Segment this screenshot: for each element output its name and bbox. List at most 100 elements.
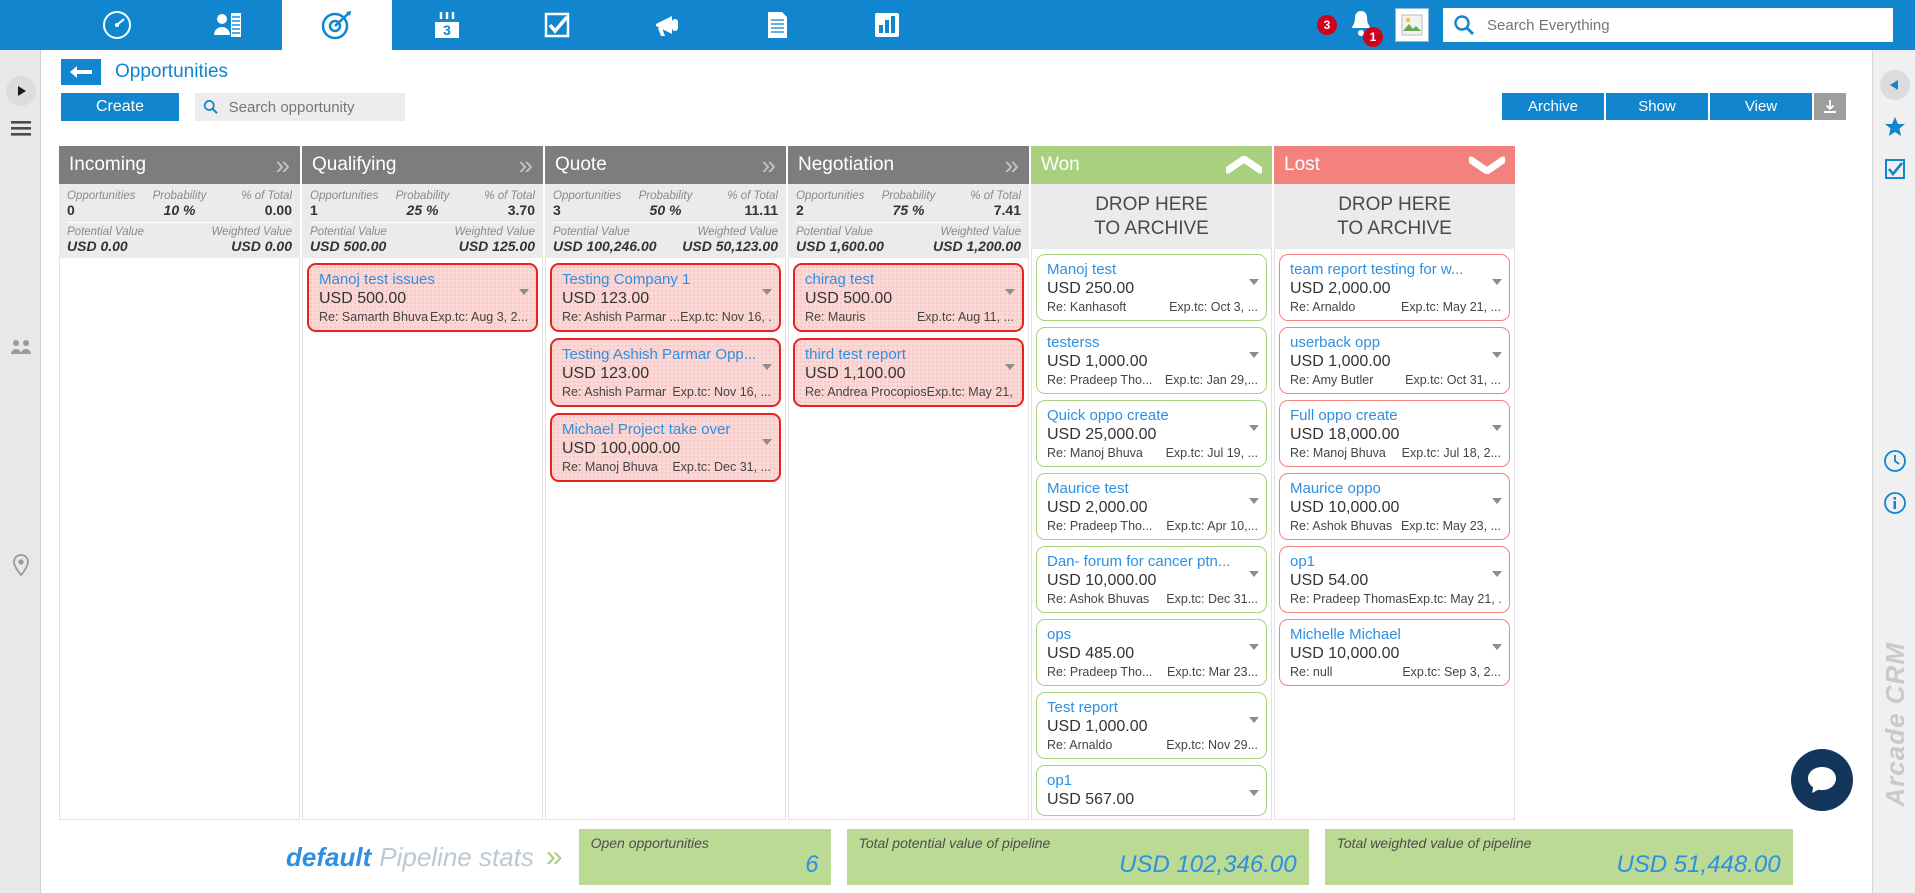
back-button[interactable] <box>61 59 101 85</box>
page-header: Opportunities Create Archive Show View <box>41 50 1872 136</box>
card-menu-caret-icon[interactable] <box>762 364 772 370</box>
opportunity-card[interactable]: testerss USD 1,000.00 Re: Pradeep Tho... Ex… <box>1036 327 1267 394</box>
opportunity-card[interactable]: Full oppo create USD 18,000.00 Re: Manoj B… <box>1279 400 1510 467</box>
opportunity-search-input[interactable] <box>228 98 397 116</box>
column-header[interactable]: Qualifying » <box>302 146 543 184</box>
opportunity-title: Testing Ashish Parmar Opp... <box>562 346 757 363</box>
rail-expand-button[interactable] <box>0 72 41 110</box>
nav-tab-opportunities[interactable] <box>282 0 392 50</box>
nav-tab-documents[interactable] <box>722 0 832 50</box>
contacts-icon <box>214 13 241 37</box>
show-button[interactable]: Show <box>1606 93 1708 120</box>
card-menu-caret-icon[interactable] <box>1492 644 1502 650</box>
card-menu-caret-icon[interactable] <box>1249 644 1259 650</box>
opportunity-card[interactable]: ops USD 485.00 Re: Pradeep Tho... Exp.tc: M… <box>1036 619 1267 686</box>
global-search-input[interactable] <box>1487 16 1883 34</box>
opportunity-amount: USD 18,000.00 <box>1290 426 1400 443</box>
column-header[interactable]: Lost <box>1274 146 1515 184</box>
rail-favorites-button[interactable] <box>1873 106 1915 148</box>
rail-history-button[interactable] <box>1873 440 1915 482</box>
opportunity-card[interactable]: Test report USD 1,000.00 Re: Arnaldo Exp.tc… <box>1036 692 1267 759</box>
rail-info-button[interactable] <box>1873 482 1915 524</box>
card-menu-caret-icon[interactable] <box>762 289 772 295</box>
card-menu-caret-icon[interactable] <box>1005 289 1015 295</box>
opportunity-card[interactable]: op1 USD 567.00 <box>1036 765 1267 816</box>
nav-tab-calendar[interactable]: 3 <box>392 0 502 50</box>
nav-tab-dashboard[interactable] <box>62 0 172 50</box>
drop-zone-archive[interactable]: DROP HERE TO ARCHIVE <box>1274 184 1515 249</box>
opportunity-card[interactable]: userback opp USD 1,000.00 Re: Amy Butler Ex… <box>1279 327 1510 394</box>
opportunity-expected-close: Exp.tc: Nov 16, ... <box>672 385 771 399</box>
card-menu-caret-icon[interactable] <box>1492 498 1502 504</box>
card-menu-caret-icon[interactable] <box>1492 425 1502 431</box>
view-button[interactable]: View <box>1710 93 1812 120</box>
nav-tab-tasks[interactable] <box>502 0 612 50</box>
opportunity-expected-close: Exp.tc: Sep 3, 2... <box>1402 665 1501 679</box>
column-header[interactable]: Won <box>1031 146 1272 184</box>
card-menu-caret-icon[interactable] <box>1005 364 1015 370</box>
card-menu-caret-icon[interactable] <box>762 439 772 445</box>
rail-team-button[interactable] <box>0 328 41 366</box>
footer-stat-value: USD 102,346.00 <box>1119 850 1297 878</box>
opportunity-card[interactable]: Quick oppo create USD 25,000.00 Re: Manoj … <box>1036 400 1267 467</box>
opportunity-card[interactable]: chirag test USD 500.00 Re: Mauris Exp.tc: A… <box>793 263 1024 332</box>
opportunity-amount: USD 1,000.00 <box>1047 718 1148 735</box>
opportunity-card[interactable]: third test report USD 1,100.00 Re: Andrea … <box>793 338 1024 407</box>
rail-list-button[interactable] <box>0 110 41 148</box>
rail-tasks-button[interactable] <box>1873 148 1915 190</box>
footer-stat-label: Total potential value of pipeline <box>858 834 1051 851</box>
opportunity-amount: USD 2,000.00 <box>1290 280 1391 297</box>
opportunity-card[interactable]: Testing Ashish Parmar Opp... USD 123.00 Re… <box>550 338 781 407</box>
opportunity-amount: USD 10,000.00 <box>1290 645 1400 662</box>
rail-collapse-button[interactable] <box>1873 64 1915 106</box>
column-header[interactable]: Incoming » <box>59 146 300 184</box>
opportunity-card[interactable]: op1 USD 54.00 Re: Pradeep Thomas Exp.tc: Ma… <box>1279 546 1510 613</box>
card-menu-caret-icon[interactable] <box>1249 352 1259 358</box>
opportunity-card[interactable]: Maurice test USD 2,000.00 Re: Pradeep Tho.… <box>1036 473 1267 540</box>
nav-tab-reports[interactable] <box>832 0 942 50</box>
user-avatar[interactable] <box>1395 8 1429 42</box>
rail-location-button[interactable] <box>0 546 41 584</box>
card-menu-caret-icon[interactable] <box>1249 790 1259 796</box>
opportunity-card[interactable]: Manoj test USD 250.00 Re: Kanhasoft Exp.tc:… <box>1036 254 1267 321</box>
create-button[interactable]: Create <box>61 93 179 121</box>
card-menu-caret-icon[interactable] <box>1249 717 1259 723</box>
opportunity-owner: Re: Arnaldo <box>1047 738 1113 752</box>
card-menu-caret-icon[interactable] <box>1492 571 1502 577</box>
column-cards: Manoj test issues USD 500.00 Re: Samarth B… <box>302 258 543 820</box>
download-button[interactable] <box>1814 93 1846 120</box>
card-menu-caret-icon[interactable] <box>1492 352 1502 358</box>
opportunity-amount: USD 123.00 <box>562 290 650 307</box>
card-menu-caret-icon[interactable] <box>1249 498 1259 504</box>
nav-tab-contacts[interactable] <box>172 0 282 50</box>
stat-label-opportunities: Opportunities <box>67 190 136 202</box>
column-header[interactable]: Quote » <box>545 146 786 184</box>
card-menu-caret-icon[interactable] <box>1249 425 1259 431</box>
opportunity-expected-close: Exp.tc: Aug 11, ... <box>916 310 1014 324</box>
chat-support-button[interactable] <box>1791 749 1853 811</box>
global-search[interactable] <box>1443 8 1893 42</box>
stat-label-probability: Probability <box>395 190 450 202</box>
opportunity-card[interactable]: Maurice oppo USD 10,000.00 Re: Ashok Bhuva… <box>1279 473 1510 540</box>
stat-value-percent-total: 7.41 <box>993 202 1021 218</box>
search-icon <box>203 100 218 114</box>
opportunity-card[interactable]: Michael Project take over USD 100,000.00 R… <box>550 413 781 482</box>
column-header[interactable]: Negotiation » <box>788 146 1029 184</box>
alert-count-badge[interactable]: 3 <box>1317 15 1337 35</box>
opportunity-expected-close: Exp.tc: May 21, ... <box>1408 592 1501 606</box>
opportunity-card[interactable]: Dan- forum for cancer ptn... USD 10,000.0… <box>1036 546 1267 613</box>
opportunity-search[interactable] <box>195 93 405 121</box>
card-menu-caret-icon[interactable] <box>1249 571 1259 577</box>
card-menu-caret-icon[interactable] <box>1249 279 1259 285</box>
nav-tab-campaigns[interactable] <box>612 0 722 50</box>
opportunity-card[interactable]: Michelle Michael USD 10,000.00 Re: null Exp… <box>1279 619 1510 686</box>
opportunity-amount: USD 100,000.00 <box>562 440 681 457</box>
drop-zone-archive[interactable]: DROP HERE TO ARCHIVE <box>1031 184 1272 249</box>
card-menu-caret-icon[interactable] <box>519 289 529 295</box>
card-menu-caret-icon[interactable] <box>1492 279 1502 285</box>
opportunity-card[interactable]: Testing Company 1 USD 123.00 Re: Ashish Pa… <box>550 263 781 332</box>
archive-button[interactable]: Archive <box>1502 93 1604 120</box>
notifications-bell[interactable]: 1 <box>1347 8 1383 47</box>
opportunity-card[interactable]: Manoj test issues USD 500.00 Re: Samarth B… <box>307 263 538 332</box>
opportunity-card[interactable]: team report testing for w... USD 2,000.00… <box>1279 254 1510 321</box>
